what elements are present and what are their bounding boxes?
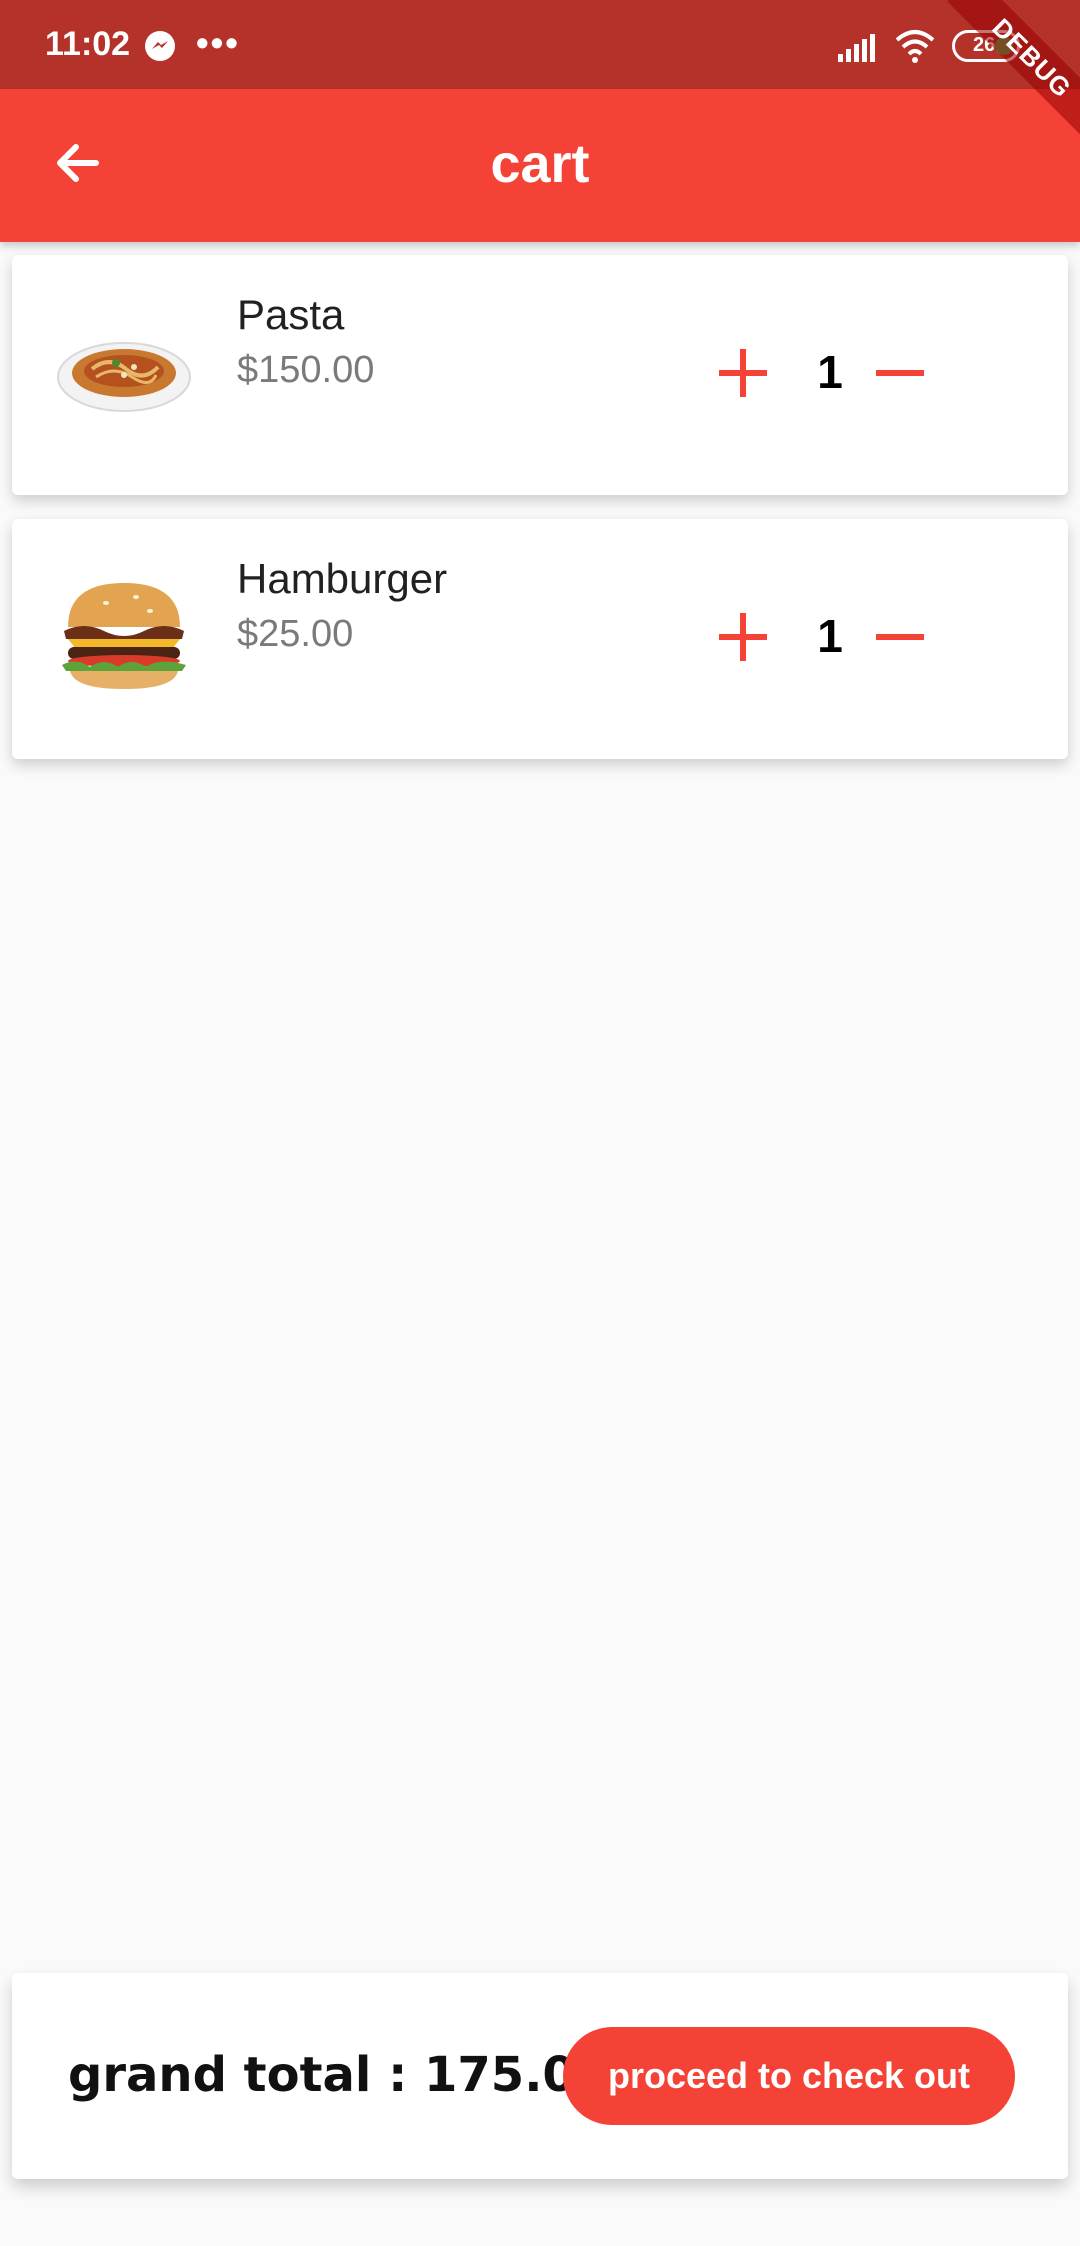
quantity-value: 1 — [817, 346, 843, 398]
item-price: $150.00 — [237, 349, 375, 391]
item-price: $25.00 — [237, 613, 354, 655]
battery-level: 26 — [973, 34, 996, 56]
checkout-button[interactable]: proceed to check out — [563, 2027, 1015, 2125]
pasta-image — [57, 342, 191, 412]
item-name: Hamburger — [237, 555, 448, 602]
plus-icon[interactable] — [715, 345, 771, 401]
quantity-value: 1 — [817, 610, 843, 662]
status-time: 11:02 — [45, 25, 131, 63]
cart-item-card: Hamburger $25.00 1 — [12, 519, 1068, 759]
page-title: cart — [490, 134, 590, 194]
status-bar: 11:02 ••• 26 — [0, 0, 1080, 89]
plus-icon[interactable] — [715, 609, 771, 665]
grand-total-text: grand total : 175.0 — [68, 2047, 576, 2103]
messenger-icon — [145, 31, 175, 61]
wifi-icon — [895, 30, 935, 63]
minus-icon[interactable] — [872, 345, 928, 401]
status-more-dots: ••• — [196, 22, 240, 63]
battery-charging-dot — [995, 37, 1013, 55]
minus-icon[interactable] — [872, 609, 928, 665]
cart-item-card: Pasta $150.00 1 — [12, 255, 1068, 495]
app-bar: cart — [0, 89, 1080, 242]
item-name: Pasta — [237, 291, 345, 338]
hamburger-image — [62, 583, 186, 689]
battery-icon: 26 — [952, 30, 1020, 62]
total-card: grand total : 175.0 proceed to check out — [12, 1973, 1068, 2179]
signal-icon — [838, 34, 875, 62]
